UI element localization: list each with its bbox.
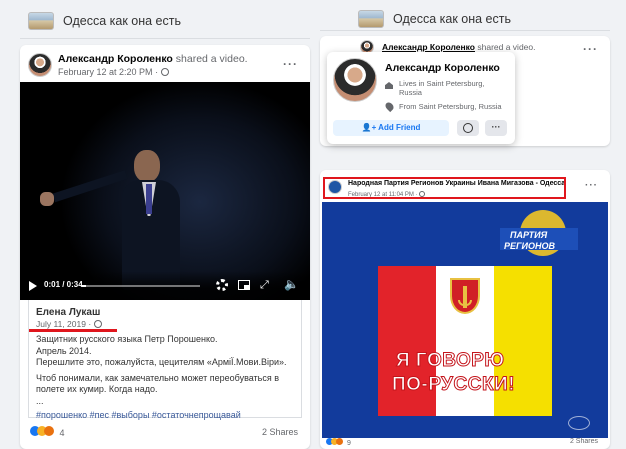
- page-post-card: Народная Партия Регионов Украины Ивана М…: [320, 170, 610, 449]
- share-count[interactable]: 2 Shares: [262, 427, 298, 437]
- share-count[interactable]: 2 Shares: [570, 438, 598, 445]
- post-date[interactable]: February 12 at 2:20 PM: [58, 67, 153, 77]
- text-line: Чтоб понимали, как замечательно может пе…: [36, 372, 280, 383]
- reactions[interactable]: 4: [30, 426, 65, 438]
- watermark-icon: [568, 416, 590, 430]
- globe-icon: [93, 320, 102, 328]
- post-header-line: Александр Короленко shared a video.: [58, 53, 248, 65]
- location-pin-icon: [383, 100, 396, 113]
- divider: [20, 38, 310, 39]
- home-icon: [385, 82, 393, 89]
- group-title[interactable]: Одесса как она есть: [393, 12, 511, 26]
- pip-icon[interactable]: [238, 280, 250, 290]
- profile-hovercard: Александр Короленко Lives in Saint Peter…: [327, 52, 515, 144]
- hovercard-name[interactable]: Александр Короленко: [385, 62, 500, 74]
- logo-bottom: РЕГИОНОВ: [504, 241, 556, 251]
- logo-top: ПАРТИЯ: [510, 230, 548, 240]
- separator: ·: [155, 67, 159, 77]
- odessa-flag: Я ГОВОРЮ ПО-РУССКИ!: [378, 266, 552, 416]
- divider: [320, 30, 610, 31]
- progress-fill: [82, 285, 86, 287]
- play-icon[interactable]: [29, 281, 37, 291]
- settings-icon[interactable]: [216, 279, 228, 291]
- coat-of-arms-icon: [450, 278, 480, 314]
- add-friend-icon: 👤+: [361, 123, 379, 132]
- author-avatar[interactable]: [28, 53, 52, 77]
- volume-icon[interactable]: 🔈: [284, 277, 299, 291]
- more-options-icon[interactable]: ···: [583, 42, 598, 56]
- messenger-button[interactable]: [457, 120, 479, 136]
- reaction-count: 4: [59, 428, 65, 438]
- text-line: полете их кумир. Когда надо.: [36, 384, 158, 394]
- group-title[interactable]: Одесса как она есть: [63, 14, 181, 28]
- video-controls-bar: 0:01 / 0:34 ⤢ 🔈: [20, 271, 310, 300]
- shared-author[interactable]: Елена Лукаш: [36, 307, 100, 318]
- banner-line1: Я ГОВОРЮ: [396, 350, 505, 372]
- author-name[interactable]: Александр Короленко: [58, 53, 173, 65]
- post-action: shared a video.: [175, 53, 248, 65]
- speaker-figure: [40, 142, 200, 292]
- video-player[interactable]: [20, 82, 310, 300]
- group-icon[interactable]: [358, 10, 384, 28]
- red-underline: [29, 329, 117, 332]
- text-line: Защитник русского языка Петр Порошенко.: [36, 334, 218, 344]
- more-options-icon[interactable]: ···: [283, 57, 298, 71]
- right-group-header: Одесса как она есть: [320, 8, 610, 36]
- add-friend-label: Add Friend: [378, 123, 421, 132]
- highlight-box: [323, 177, 566, 199]
- hovercard-avatar[interactable]: [333, 58, 377, 102]
- separator: ·: [88, 319, 92, 329]
- shared-text: Защитник русского языка Петр Порошенко. …: [36, 334, 298, 422]
- group-icon[interactable]: [28, 12, 54, 30]
- reaction-count: 9: [346, 440, 351, 447]
- post-header-line: Александр Короленко shared a video.: [382, 42, 535, 52]
- text-line: Перешлите это, пожалуйста, цецителям «Ар…: [36, 357, 287, 367]
- video-time: 0:01 / 0:34: [44, 280, 83, 289]
- text-line: Апрель 2014.: [36, 345, 92, 356]
- messenger-icon: [463, 123, 473, 133]
- post-action: shared a video.: [477, 42, 536, 52]
- left-post-card: Александр Короленко shared a video. Febr…: [20, 45, 310, 449]
- add-friend-button[interactable]: 👤+ Add Friend: [333, 120, 449, 136]
- progress-track[interactable]: [82, 285, 200, 287]
- left-group-header: Одесса как она есть: [20, 8, 310, 36]
- shared-content: Елена Лукаш July 11, 2019 · Защитник рус…: [28, 300, 302, 420]
- post-image[interactable]: ПАРТИЯ РЕГИОНОВ Я ГОВОРЮ ПО-РУССКИ!: [322, 202, 608, 438]
- reactions[interactable]: 9: [326, 438, 351, 447]
- party-logo: ПАРТИЯ РЕГИОНОВ: [500, 210, 578, 264]
- globe-icon: [160, 68, 169, 76]
- more-options-icon[interactable]: ···: [585, 180, 598, 191]
- post-meta: February 12 at 2:20 PM ·: [58, 67, 169, 77]
- author-name[interactable]: Александр Короленко: [382, 42, 475, 52]
- hashtags[interactable]: #порошенко #пес #выборы #остаточнепрощав…: [36, 410, 298, 422]
- hovercard-lives: Lives in Saint Petersburg, Russia: [399, 79, 485, 97]
- more-button[interactable]: ···: [485, 120, 507, 136]
- shared-meta: July 11, 2019 ·: [36, 319, 102, 329]
- fullscreen-icon[interactable]: ⤢: [260, 279, 269, 292]
- hovercard-from: From Saint Petersburg, Russia: [399, 102, 502, 111]
- shared-date[interactable]: July 11, 2019: [36, 319, 86, 329]
- banner-line2: ПО-РУССКИ!: [391, 374, 516, 396]
- text-line: ...: [36, 395, 44, 406]
